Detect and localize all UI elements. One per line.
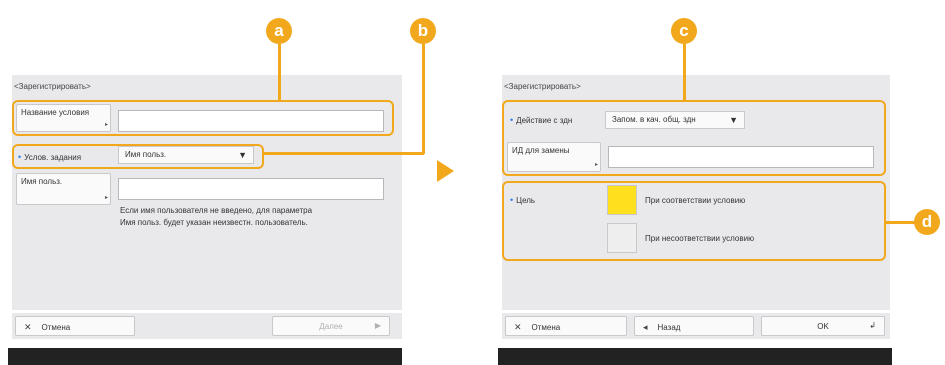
right-bottom-bar: ✕ Отмена ◂ Назад OK ↲ <box>502 313 890 339</box>
cancel-button[interactable]: ✕ Отмена <box>505 316 627 336</box>
right-dark-strip <box>498 348 892 365</box>
left-bottom-bar: ✕ Отмена Далее ▶ <box>12 313 402 339</box>
next-button[interactable]: Далее ▶ <box>272 316 390 336</box>
leader-line-c <box>683 44 686 101</box>
leader-line-b-horizontal <box>264 152 424 155</box>
arrow-left-icon: ◂ <box>643 322 648 332</box>
callout-marker-b: b <box>410 18 436 44</box>
close-icon: ✕ <box>24 322 32 332</box>
username-button[interactable]: Имя польз. ▸ <box>16 173 111 205</box>
username-label: Имя польз. <box>21 177 63 186</box>
highlight-frame-c <box>502 100 886 176</box>
leader-line-d <box>886 221 916 224</box>
highlight-frame-a <box>12 100 394 136</box>
back-button[interactable]: ◂ Назад <box>634 316 754 336</box>
callout-marker-a: a <box>266 18 292 44</box>
callout-marker-d: d <box>914 209 940 235</box>
close-icon: ✕ <box>514 322 522 332</box>
leader-line-b <box>422 44 425 154</box>
username-note: Если имя пользователя не введено, для па… <box>120 206 313 227</box>
window-title: <Зарегистрировать> <box>504 82 581 91</box>
username-input[interactable] <box>118 178 384 200</box>
highlight-frame-b <box>12 144 264 169</box>
play-arrow-icon <box>437 160 454 182</box>
corner-arrow-icon: ▸ <box>104 195 108 201</box>
left-dark-strip <box>8 348 402 365</box>
highlight-frame-d <box>502 181 886 261</box>
leader-line-a <box>278 44 281 101</box>
arrow-right-icon: ▶ <box>374 321 381 330</box>
ok-button[interactable]: OK ↲ <box>761 316 885 336</box>
callout-marker-c: c <box>671 18 697 44</box>
cancel-button[interactable]: ✕ Отмена <box>15 316 135 336</box>
window-title: <Зарегистрировать> <box>14 82 91 91</box>
enter-icon: ↲ <box>869 321 876 330</box>
